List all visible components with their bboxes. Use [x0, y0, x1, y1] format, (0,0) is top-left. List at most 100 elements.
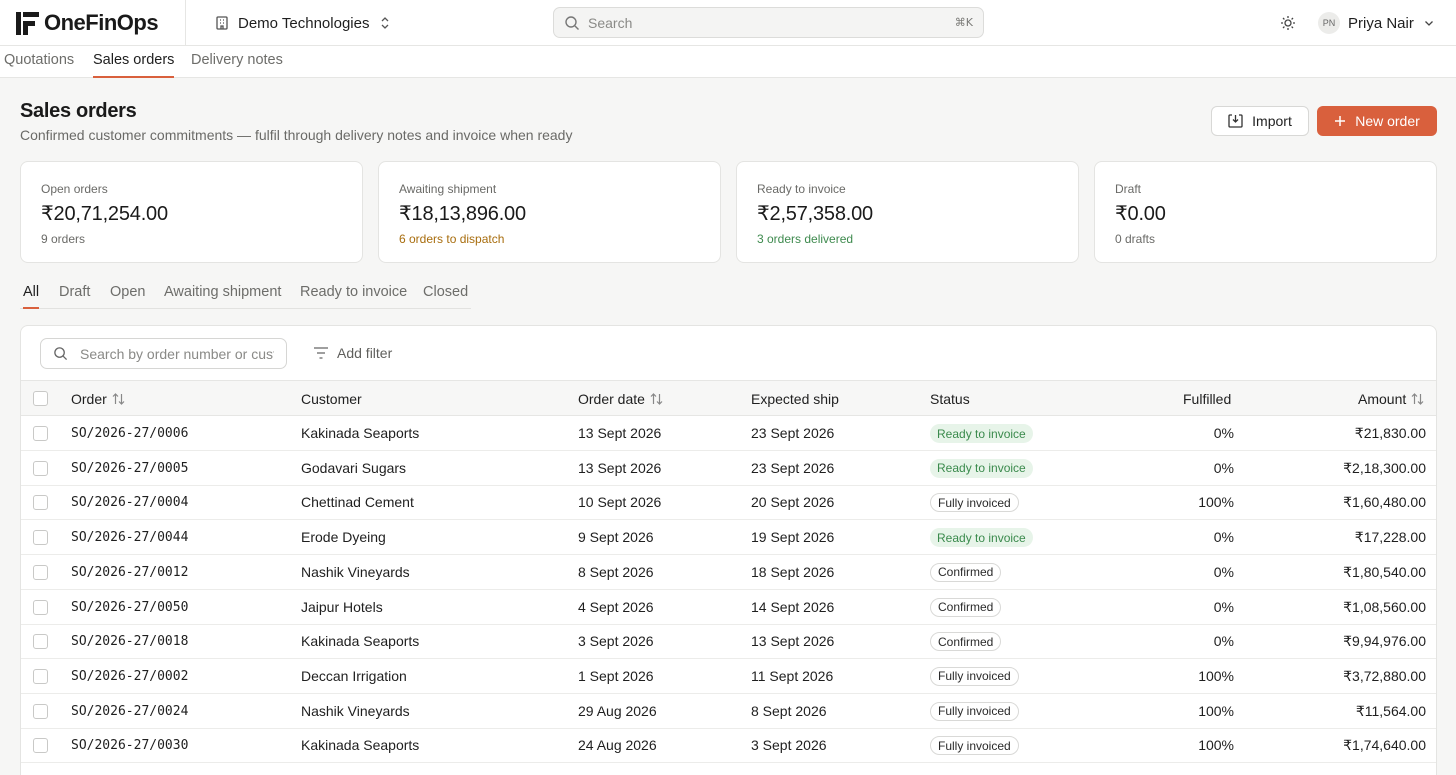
row-checkbox[interactable] — [33, 703, 48, 719]
module-tabs: Quotations Sales orders Delivery notes — [0, 46, 1456, 78]
column-label: Order date — [578, 391, 645, 407]
status-badge: Fully invoiced — [930, 736, 1019, 756]
order-amount: ₹9,94,976.00 — [1343, 633, 1426, 650]
row-checkbox[interactable] — [33, 530, 48, 546]
table-row[interactable]: SO/2026-27/0044 Erode Dyeing 9 Sept 2026 19… — [21, 520, 1436, 556]
sort-icon — [112, 393, 125, 405]
row-checkbox[interactable] — [33, 668, 48, 684]
filter-icon — [314, 347, 328, 359]
table-row[interactable]: SO/2026-27/0002 Deccan Irrigation 1 Sept 2… — [21, 659, 1436, 694]
kpi-value: ₹20,71,254.00 — [41, 203, 168, 225]
table-row[interactable]: SO/2026-27/0005 Godavari Sugars 13 Sept 20… — [21, 451, 1436, 486]
column-order[interactable]: Order — [71, 391, 125, 407]
table-search-input[interactable] — [80, 345, 274, 362]
order-number[interactable]: SO/2026-27/0004 — [71, 495, 188, 510]
row-checkbox[interactable] — [33, 599, 48, 615]
global-search[interactable]: Search ⌘K — [553, 7, 984, 38]
table-row[interactable]: SO/2026-27/0006 Kakinada Seaports 13 Sept … — [21, 416, 1436, 451]
kpi-note: 0 drafts — [1115, 232, 1156, 246]
order-date: 13 Sept 2026 — [578, 459, 662, 476]
plus-icon — [1335, 116, 1346, 126]
status-badge: Ready to invoice — [930, 458, 1033, 478]
tab-delivery-notes[interactable]: Delivery notes — [191, 52, 283, 78]
logo-icon — [16, 12, 39, 35]
customer-name: Kakinada Seaports — [301, 633, 420, 650]
order-date: 9 Sept 2026 — [578, 529, 654, 546]
order-number[interactable]: SO/2026-27/0006 — [71, 426, 188, 441]
order-number[interactable]: SO/2026-27/0002 — [71, 669, 188, 684]
new-order-button[interactable]: New order — [1317, 106, 1437, 136]
table-row[interactable]: SO/2026-27/0024 Nashik Vineyards 29 Aug 20… — [21, 694, 1436, 729]
column-status: Status — [930, 391, 970, 407]
filter-tab-closed[interactable]: Closed — [423, 284, 468, 309]
order-number[interactable]: SO/2026-27/0005 — [71, 461, 188, 476]
row-checkbox[interactable] — [33, 738, 48, 754]
order-date: 29 Aug 2026 — [578, 702, 657, 719]
column-expected-ship: Expected ship — [751, 391, 839, 407]
page-title: Sales orders — [20, 100, 137, 122]
order-number[interactable]: SO/2026-27/0024 — [71, 704, 188, 719]
column-label: Customer — [301, 391, 362, 407]
orders-table-panel: Add filter Order Customer Order date Exp… — [20, 325, 1437, 775]
kpi-label: Draft — [1115, 182, 1142, 196]
order-number[interactable]: SO/2026-27/0050 — [71, 600, 188, 615]
filter-tab-awaiting-shipment[interactable]: Awaiting shipment — [164, 284, 281, 309]
theme-toggle-icon[interactable] — [1280, 15, 1296, 31]
tab-quotations[interactable]: Quotations — [4, 52, 74, 78]
filter-tab-open[interactable]: Open — [110, 284, 145, 309]
order-number[interactable]: SO/2026-27/0018 — [71, 634, 188, 649]
status-badge: Confirmed — [930, 562, 1002, 582]
order-number[interactable]: SO/2026-27/0044 — [71, 530, 188, 545]
select-all-checkbox[interactable] — [33, 391, 48, 406]
fulfilled-percent: 0% — [1213, 459, 1234, 476]
order-number[interactable]: SO/2026-27/0012 — [71, 565, 188, 580]
kpi-note: 9 orders — [41, 232, 86, 246]
expected-ship-date: 20 Sept 2026 — [751, 494, 835, 511]
org-switcher[interactable]: Demo Technologies — [214, 12, 391, 34]
fulfilled-percent: 100% — [1198, 737, 1234, 754]
table-search[interactable] — [40, 338, 287, 369]
order-amount: ₹11,564.00 — [1355, 702, 1426, 719]
kpi-note: 3 orders delivered — [757, 232, 854, 246]
page-subtitle: Confirmed customer commitments — fulfil … — [20, 127, 573, 143]
column-order-date[interactable]: Order date — [578, 391, 663, 407]
order-amount: ₹1,80,540.00 — [1343, 563, 1426, 580]
kpi-label: Awaiting shipment — [399, 182, 497, 196]
row-checkbox[interactable] — [33, 460, 48, 476]
column-amount[interactable]: Amount — [1358, 391, 1424, 407]
kpi-value: ₹0.00 — [1115, 203, 1166, 225]
filter-tab-ready-to-invoice[interactable]: Ready to invoice — [300, 284, 407, 309]
status-badge: Fully invoiced — [930, 666, 1019, 686]
kpi-label: Open orders — [41, 182, 108, 196]
tab-sales-orders[interactable]: Sales orders — [93, 52, 175, 78]
table-row[interactable]: SO/2026-27/0030 Kakinada Seaports 24 Aug 2… — [21, 728, 1436, 764]
row-checkbox[interactable] — [33, 634, 48, 650]
top-bar: OneFinOps Demo Technologies Search ⌘K PN… — [0, 0, 1456, 46]
app-logo[interactable]: OneFinOps — [14, 9, 159, 37]
fulfilled-percent: 0% — [1213, 598, 1234, 615]
table-row[interactable]: SO/2026-27/0012 Nashik Vineyards 8 Sept 20… — [21, 555, 1436, 590]
import-button[interactable]: Import — [1211, 106, 1309, 136]
order-amount: ₹1,74,640.00 — [1343, 737, 1426, 754]
fulfilled-percent: 100% — [1198, 494, 1234, 511]
row-checkbox[interactable] — [33, 564, 48, 580]
kpi-draft: Draft ₹0.00 0 drafts — [1094, 161, 1437, 263]
table-row[interactable]: SO/2026-27/0050 Jaipur Hotels 4 Sept 2026 1… — [21, 590, 1436, 625]
table-row[interactable]: SO/2026-27/0018 Kakinada Seaports 3 Sept 2… — [21, 624, 1436, 660]
customer-name: Deccan Irrigation — [301, 667, 407, 684]
sort-icon — [1411, 393, 1424, 405]
table-row[interactable]: SO/2026-27/0004 Chettinad Cement 10 Sept 2… — [21, 485, 1436, 521]
add-filter-button[interactable]: Add filter — [313, 344, 392, 362]
order-number[interactable]: SO/2026-27/0030 — [71, 738, 188, 753]
filter-tab-draft[interactable]: Draft — [59, 284, 90, 309]
customer-name: Godavari Sugars — [301, 459, 407, 476]
column-fulfilled: Fulfilled — [1183, 391, 1231, 407]
row-checkbox[interactable] — [33, 495, 48, 511]
order-amount: ₹3,72,880.00 — [1343, 667, 1426, 684]
filter-tab-all[interactable]: All — [23, 284, 40, 309]
status-badge: Fully invoiced — [930, 493, 1019, 513]
row-checkbox[interactable] — [33, 426, 48, 441]
table-header: Order Customer Order date Expected ship … — [21, 380, 1436, 416]
user-menu[interactable]: PN Priya Nair — [1318, 11, 1435, 35]
column-label: Fulfilled — [1183, 391, 1232, 407]
